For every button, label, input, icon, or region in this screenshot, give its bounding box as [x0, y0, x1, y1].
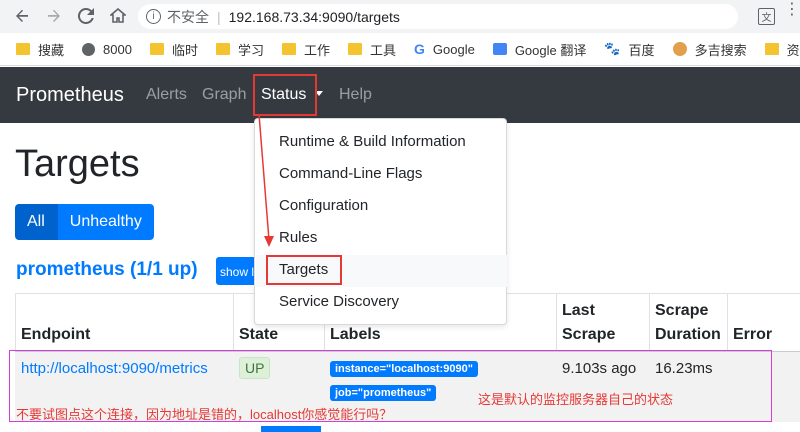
- bookmark-item[interactable]: 8000: [82, 42, 132, 57]
- menu-item-configuration[interactable]: Configuration: [279, 197, 368, 214]
- bookmark-item[interactable]: 资源S: [764, 40, 800, 59]
- bookmark-label: 百度: [628, 42, 655, 58]
- back-icon[interactable]: [12, 6, 32, 26]
- col-endpoint: Endpoint: [21, 326, 91, 343]
- bookmark-label: 临时: [171, 42, 198, 58]
- bookmark-label: Google: [432, 41, 475, 57]
- bookmark-label: 学习: [237, 42, 264, 58]
- folder-icon: [764, 43, 779, 55]
- forward-icon[interactable]: [44, 6, 64, 26]
- annotation-arrow-icon: [258, 113, 274, 247]
- show-less-button[interactable]: show l: [216, 257, 256, 285]
- bookmark-label: 工具: [369, 42, 396, 58]
- more-menu-icon[interactable]: ⋮: [784, 2, 800, 18]
- annotation-note-right: 这是默认的监控服务器自己的状态: [478, 392, 674, 407]
- bookmark-item[interactable]: 🐾 百度: [604, 40, 654, 59]
- google-translate-icon: [492, 43, 507, 55]
- bookmark-label: 工作: [303, 42, 330, 58]
- bookmark-item[interactable]: Google 翻译: [492, 40, 587, 59]
- col-scrape-duration-line1: Scrape: [655, 302, 709, 319]
- url-text: 192.168.73.34:9090/targets: [228, 8, 400, 25]
- status-highlight-box: [253, 74, 317, 116]
- bookmark-label: 多吉搜索: [694, 42, 747, 58]
- folder-icon: [281, 43, 296, 55]
- next-show-button[interactable]: [261, 426, 321, 432]
- bookmark-item[interactable]: 临时: [149, 40, 198, 59]
- nav-graph[interactable]: Graph: [202, 86, 246, 104]
- dogedoge-icon: [672, 42, 687, 56]
- google-icon: G: [414, 41, 425, 57]
- col-labels: Labels: [330, 326, 381, 343]
- address-bar[interactable]: i 不安全 | 192.168.73.34:9090/targets: [138, 4, 738, 29]
- bookmark-item[interactable]: G Google: [414, 41, 475, 57]
- menu-item-service-discovery[interactable]: Service Discovery: [279, 293, 399, 310]
- bookmark-item[interactable]: 工作: [281, 40, 330, 59]
- targets-highlight-box: [266, 255, 342, 285]
- info-icon[interactable]: i: [146, 9, 161, 24]
- prometheus-navbar: Prometheus Alerts Graph Status Help: [0, 67, 800, 123]
- url-separator: |: [217, 8, 221, 25]
- menu-item-command-line-flags[interactable]: Command-Line Flags: [279, 165, 422, 182]
- menu-item-rules[interactable]: Rules: [279, 229, 317, 246]
- reload-icon[interactable]: [76, 6, 96, 26]
- status-dropdown-menu: Runtime & Build Information Command-Line…: [254, 118, 507, 325]
- bookmarks-bar: 搜藏 8000 临时 学习 工作 工具 G Google Google 翻译 🐾 百度 多吉搜索 资源S: [0, 33, 800, 66]
- filter-unhealthy-button[interactable]: Unhealthy: [56, 204, 154, 240]
- folder-icon: [16, 43, 30, 55]
- brand-link[interactable]: Prometheus: [16, 84, 124, 107]
- folder-icon: [215, 43, 230, 55]
- pool-heading[interactable]: prometheus (1/1 up): [16, 259, 198, 281]
- bookmark-label: 8000: [103, 41, 132, 57]
- annotation-note-left: 不要试图点这个连接，因为地址是错的，localhost你感觉能行吗？: [16, 407, 393, 422]
- translate-icon[interactable]: 文: [758, 8, 775, 25]
- menu-item-runtime-build-info[interactable]: Runtime & Build Information: [279, 133, 466, 150]
- nav-alerts[interactable]: Alerts: [146, 86, 187, 104]
- globe-icon: [82, 42, 96, 56]
- filter-all-button[interactable]: All: [15, 204, 57, 240]
- filter-button-group: All Unhealthy: [15, 204, 154, 240]
- baidu-paw-icon: 🐾: [604, 41, 621, 56]
- bookmark-item[interactable]: 多吉搜索: [672, 40, 747, 59]
- col-last-scrape-line2: Scrape: [562, 326, 616, 343]
- bookmark-label: Google 翻译: [514, 42, 587, 58]
- col-error: Error: [733, 326, 773, 343]
- bookmark-label: 搜藏: [38, 42, 65, 58]
- browser-toolbar: i 不安全 | 192.168.73.34:9090/targets 文 ⋮: [0, 0, 800, 33]
- page-title: Targets: [15, 143, 140, 185]
- col-scrape-duration-line2: Duration: [655, 326, 721, 343]
- bookmark-label: 资源S: [786, 42, 800, 58]
- bookmark-item[interactable]: 工具: [347, 40, 396, 59]
- folder-icon: [149, 43, 164, 55]
- bookmark-item[interactable]: 搜藏: [16, 40, 64, 59]
- col-state: State: [239, 326, 279, 343]
- bookmark-item[interactable]: 学习: [215, 40, 264, 59]
- folder-icon: [347, 43, 362, 55]
- next-section-peek: [0, 424, 800, 432]
- col-last-scrape-line1: Last: [562, 302, 595, 319]
- home-icon[interactable]: [108, 6, 128, 26]
- nav-help[interactable]: Help: [339, 86, 372, 104]
- insecure-label: 不安全: [167, 8, 209, 25]
